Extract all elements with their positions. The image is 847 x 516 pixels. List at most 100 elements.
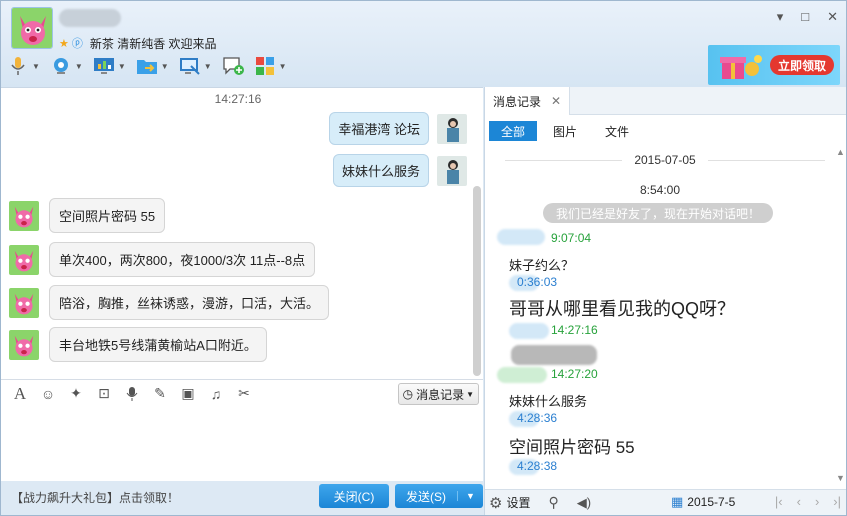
chat-scrollbar[interactable] [473,186,481,376]
scissors-icon[interactable]: ✂ [235,385,253,403]
history-time: 8:54:00 [639,183,681,197]
apps-button[interactable]: ▼ [254,55,287,77]
font-icon[interactable]: A [11,384,29,403]
history-entry-text: 妹子约么？ [509,258,575,273]
message-bubble: 幸福港湾 论坛 [329,112,429,145]
settings-label[interactable]: 设置 [506,494,530,511]
promo-banner[interactable]: 立即领取 [708,45,840,85]
filter-files[interactable]: 文件 [593,121,641,141]
chevron-down-icon[interactable]: ▼ [161,62,169,71]
close-button[interactable]: 关闭(C) [319,484,389,508]
claim-now-button[interactable]: 立即领取 [770,55,834,75]
history-date-picker[interactable]: ▦ 2015-7-5 [671,494,735,510]
filter-images[interactable]: 图片 [541,121,589,141]
emoji-icon[interactable]: ☺ [39,385,57,403]
close-window-button[interactable]: ✕ [827,9,838,25]
message-bubble: 妹妹什么服务 [332,154,429,187]
history-filter: 全部 图片 文件 [489,121,641,141]
sender-name-blurred [509,323,549,339]
blurred-content [511,345,597,365]
send-file-button[interactable]: ▼ [136,55,169,77]
shake-icon[interactable]: ⊡ [95,385,113,403]
sender-name-blurred [497,367,547,383]
send-options-dropdown[interactable]: ▼ [457,491,483,501]
history-entry-time: 4:28:36 [517,411,558,425]
tab-label: 消息记录 [493,94,542,109]
next-page-icon[interactable]: › [815,494,819,509]
chat-add-icon [222,55,244,77]
gear-icon[interactable]: ⚙ [489,494,502,512]
received-message: 丰台地铁5号线蒲黄榆站A口附近。 [9,327,267,362]
chevron-down-icon[interactable]: ▼ [204,62,212,71]
self-avatar[interactable] [437,113,467,144]
message-bubble: 空间照片密码 55 [49,198,166,233]
contact-avatar[interactable] [11,7,53,49]
search-icon[interactable]: ⚲ [548,494,558,511]
first-page-icon[interactable]: |‹ [775,494,783,509]
message-bubble: 丰台地铁5号线蒲黄榆站A口附近。 [49,327,267,362]
chevron-down-icon: ▼ [466,389,474,399]
tab-message-history[interactable]: 消息记录 ✕ [485,87,571,115]
contact-avatar-small[interactable] [9,200,39,231]
microphone-icon [7,55,29,77]
prev-page-icon[interactable]: ‹ [797,494,801,509]
contact-signature: 新茶 清新纯香 欢迎来品 [89,36,217,51]
chevron-down-icon[interactable]: ▼ [279,62,287,71]
chevron-down-icon[interactable]: ▼ [75,62,83,71]
send-button[interactable]: 发送(S) ▼ [395,484,483,508]
history-date: 2015-07-05 [634,153,696,167]
promo-link[interactable]: 【战力飙升大礼包】点击领取！ [11,489,179,506]
remote-desktop-button[interactable]: ▼ [93,55,126,77]
speaker-icon[interactable]: ◀) [577,495,591,511]
message-bubble: 单次400，两次800，夜1000/3次 11点--8点 [49,242,316,277]
qq-icon: ⓟ [71,38,83,50]
chat-window: ★ ⓟ 新茶 清新纯香 欢迎来品 ▾ □ ✕ ▼ ▼ ▼ ▼ ▼ ▼ 立即领取 … [0,0,847,516]
star-icon: ★ [59,37,69,50]
status-row: ★ ⓟ 新茶 清新纯香 欢迎来品 [59,35,217,51]
contact-avatar-small[interactable] [9,287,39,318]
magic-wand-icon[interactable]: ✦ [67,385,85,403]
chevron-down-icon[interactable]: ▼ [32,62,40,71]
bottom-bar: 【战力飙升大礼包】点击领取！ 关闭(C) 发送(S) ▼ [1,481,483,515]
message-history-label: 消息记录 [416,387,465,402]
self-avatar[interactable] [437,155,467,186]
monitor-chart-icon [93,55,115,77]
contact-avatar-small[interactable] [9,329,39,360]
chevron-down-icon[interactable]: ▼ [118,62,126,71]
received-message: 陪浴，胸推，丝袜诱惑，漫游，口活，大活。 [9,285,330,320]
edit-icon[interactable]: ✎ [151,385,169,403]
input-toolbar: A ☺ ✦ ⊡ ✎ ▣ ♫ ✂ ◷ 消息记录 ▼ [1,379,483,407]
history-entry-time: 14:27:20 [551,367,598,381]
restore-button[interactable]: □ [801,9,809,25]
gift-icon [720,55,762,79]
history-scrollbar[interactable]: ▲ ▼ [836,147,845,483]
history-pagination: |‹ ‹ › ›| [775,494,841,509]
history-entry-time: 0:36:03 [517,275,558,289]
music-icon[interactable]: ♫ [207,385,225,403]
create-group-button[interactable] [222,55,244,77]
contact-avatar-small[interactable] [9,244,39,275]
voice-call-button[interactable]: ▼ [7,55,40,77]
window-controls: ▾ □ ✕ [777,9,838,25]
history-entry-time: 4:28:38 [517,459,558,473]
history-entry-time: 14:27:16 [551,323,598,337]
scroll-down-icon[interactable]: ▼ [836,473,845,483]
screen-share-button[interactable]: ▼ [179,55,212,77]
history-panel: 消息记录 ✕ 全部 图片 文件 2015-07-05 8:54:00 我们已经是… [484,87,846,515]
message-history-button[interactable]: ◷ 消息记录 ▼ [397,383,479,405]
filter-all[interactable]: 全部 [489,121,538,141]
contact-name-blurred [59,9,121,27]
close-icon[interactable]: ✕ [551,94,561,108]
message-input[interactable] [1,407,483,481]
minimize-button[interactable]: ▾ [777,9,784,25]
clock-icon: ◷ [402,387,414,401]
calendar-icon: ▦ [671,494,684,509]
voice-message-icon[interactable] [123,385,141,403]
image-icon[interactable]: ▣ [179,385,197,403]
scroll-up-icon[interactable]: ▲ [836,147,845,157]
history-entry-text: 哥哥从哪里看见我的QQ呀？ [509,299,736,319]
video-call-button[interactable]: ▼ [50,55,83,77]
last-page-icon[interactable]: ›| [833,494,841,509]
apps-grid-icon [254,55,276,77]
sent-message: 幸福港湾 论坛 [329,112,467,145]
